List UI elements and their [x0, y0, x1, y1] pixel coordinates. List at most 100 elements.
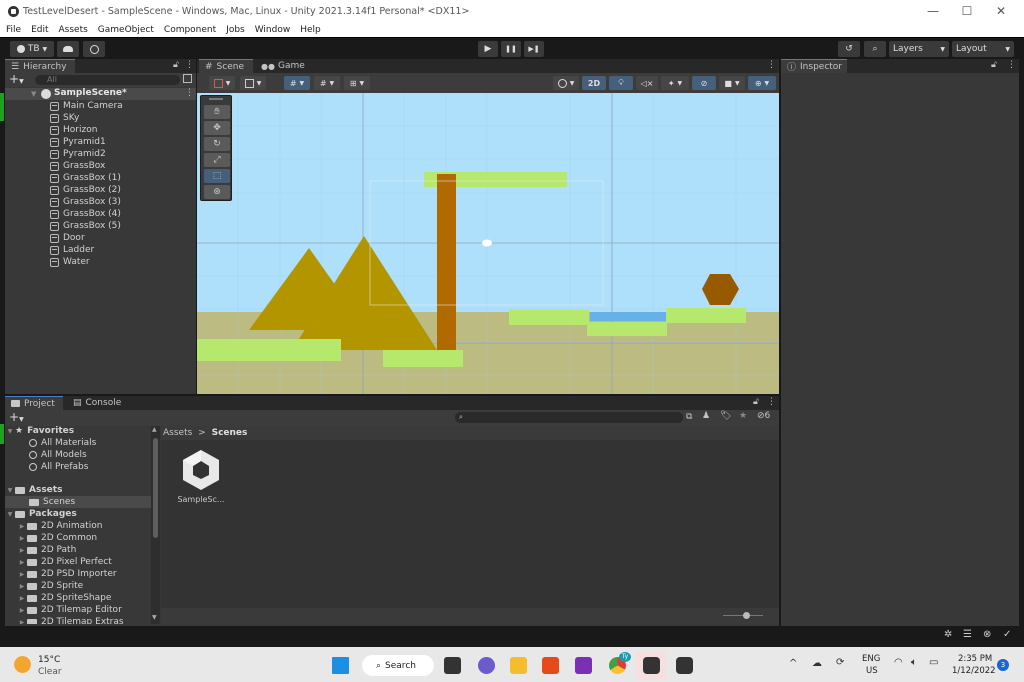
render-mode-dropdown[interactable]: ▼: [240, 76, 266, 90]
asset-item-samplescene[interactable]: SampleSc...: [171, 448, 231, 510]
lock-icon[interactable]: 🔓︎: [173, 60, 179, 70]
more-icon[interactable]: ⋮: [185, 60, 194, 70]
debug-bug-icon[interactable]: ✲: [944, 629, 952, 640]
align-dropdown[interactable]: ⊞ ▼: [344, 76, 370, 90]
expand-arrow-icon[interactable]: ▶: [17, 619, 27, 625]
wifi-icon[interactable]: ◠: [894, 657, 903, 668]
lock-icon[interactable]: 🔓︎: [753, 397, 759, 407]
play-button[interactable]: ▶: [478, 41, 498, 57]
minimize-button[interactable]: —: [916, 0, 950, 22]
palette-handle[interactable]: [209, 98, 223, 103]
notification-badge[interactable]: 3: [997, 659, 1009, 671]
pause-button[interactable]: ❚❚: [501, 41, 521, 57]
add-button[interactable]: +▼: [9, 72, 24, 86]
hierarchy-item[interactable]: Door: [50, 232, 123, 244]
task-view-icon[interactable]: [444, 657, 461, 674]
folder-item-scenes[interactable]: Scenes: [5, 496, 151, 508]
battery-icon[interactable]: ▭: [929, 657, 938, 668]
lighting-toggle[interactable]: 💡︎: [609, 76, 633, 90]
menu-jobs[interactable]: Jobs: [226, 25, 245, 35]
auto-generate-lighting-icon[interactable]: ⊗: [983, 629, 991, 640]
create-button[interactable]: +▼: [9, 410, 24, 424]
grassbox-5[interactable]: [666, 308, 746, 323]
search-by-type-icon[interactable]: ⧉: [686, 412, 692, 422]
menu-window[interactable]: Window: [255, 25, 291, 35]
close-button[interactable]: ✕: [984, 0, 1018, 22]
menu-component[interactable]: Component: [164, 25, 216, 35]
scene-root-row[interactable]: ▼ SampleScene* ⋮: [5, 88, 196, 100]
expand-arrow-icon[interactable]: ▶: [17, 583, 27, 590]
hierarchy-item[interactable]: GrassBox (4): [50, 208, 123, 220]
more-icon[interactable]: ⋮: [1007, 60, 1016, 70]
rotate-tool-button[interactable]: ↻: [204, 137, 230, 151]
packages-header[interactable]: ▼ Packages: [5, 508, 151, 520]
expand-arrow-icon[interactable]: ▼: [31, 90, 36, 98]
hierarchy-item[interactable]: GrassBox (2): [50, 184, 123, 196]
grassbox-3[interactable]: [509, 310, 589, 325]
maximize-button[interactable]: ☐: [950, 0, 984, 22]
hierarchy-item[interactable]: Horizon: [50, 124, 123, 136]
expand-arrow-icon[interactable]: ▶: [17, 547, 27, 554]
assets-header[interactable]: ▼ Assets: [5, 484, 151, 496]
lock-icon[interactable]: 🔓︎: [991, 60, 997, 70]
expand-arrow-icon[interactable]: ▼: [5, 428, 15, 435]
package-item[interactable]: ▶ 2D Pixel Perfect: [5, 556, 151, 568]
hierarchy-item[interactable]: Main Camera: [50, 100, 123, 112]
menu-gameobject[interactable]: GameObject: [98, 25, 154, 35]
hierarchy-item[interactable]: SKy: [50, 112, 123, 124]
expand-arrow-icon[interactable]: ▼: [5, 487, 15, 494]
cloud-button[interactable]: [57, 41, 79, 57]
progress-check-icon[interactable]: ✓: [1003, 629, 1011, 640]
weather-description[interactable]: Clear: [38, 667, 62, 677]
onenote-icon[interactable]: [575, 657, 592, 674]
hierarchy-item[interactable]: GrassBox (1): [50, 172, 123, 184]
zoom-slider-thumb[interactable]: [743, 612, 750, 619]
tab-project[interactable]: Project: [5, 396, 63, 410]
clock-time[interactable]: 2:35 PM: [958, 654, 992, 664]
clock-date[interactable]: 1/12/2022: [952, 666, 996, 676]
camera-dropdown[interactable]: ■ ▼: [719, 76, 745, 90]
visibility-toggle[interactable]: ⊘: [692, 76, 716, 90]
scroll-down-icon[interactable]: ▼: [152, 614, 157, 621]
rect-tool-button[interactable]: ⬚: [204, 169, 230, 183]
collab-button[interactable]: [83, 41, 105, 57]
package-item[interactable]: ▶ 2D Common: [5, 532, 151, 544]
package-item[interactable]: ▶ 2D Tilemap Extras: [5, 616, 151, 624]
breadcrumb-assets[interactable]: Assets: [163, 428, 192, 438]
teams-chat-icon[interactable]: [478, 657, 495, 674]
unity-editor-icon[interactable]: [676, 657, 693, 674]
input-region[interactable]: US: [866, 666, 878, 676]
tree-scrollbar[interactable]: ▲ ▼: [151, 426, 160, 624]
package-item[interactable]: ▶ 2D SpriteShape: [5, 592, 151, 604]
package-item[interactable]: ▶ 2D Animation: [5, 520, 151, 532]
hierarchy-item[interactable]: GrassBox (5): [50, 220, 123, 232]
more-icon[interactable]: ⋮: [185, 88, 194, 98]
gizmos-dropdown[interactable]: ⊕ ▼: [748, 76, 776, 90]
tab-scene[interactable]: # Scene: [199, 59, 253, 73]
project-search-input[interactable]: ⌕: [455, 412, 683, 423]
hierarchy-item[interactable]: Water: [50, 256, 123, 268]
hand-tool-button[interactable]: ✋︎: [204, 105, 230, 119]
scene-viewport[interactable]: [197, 93, 779, 394]
taskbar-search[interactable]: ⌕ Search: [362, 655, 434, 676]
search-options-icon[interactable]: [183, 74, 192, 83]
grassbox-4[interactable]: [587, 322, 667, 336]
move-tool-button[interactable]: ✥: [204, 121, 230, 135]
undo-history-button[interactable]: ↺: [838, 41, 860, 57]
menu-edit[interactable]: Edit: [31, 25, 48, 35]
breadcrumb-scenes[interactable]: Scenes: [212, 428, 248, 438]
hierarchy-item[interactable]: Pyramid2: [50, 148, 123, 160]
effects-dropdown[interactable]: ✦ ▼: [661, 76, 689, 90]
audio-toggle[interactable]: ◁×: [636, 76, 658, 90]
account-dropdown[interactable]: TB ▼: [10, 41, 54, 57]
expand-arrow-icon[interactable]: ▼: [5, 511, 15, 518]
office-icon[interactable]: [542, 657, 559, 674]
file-explorer-icon[interactable]: [510, 657, 527, 674]
grassbox[interactable]: [197, 339, 341, 361]
water[interactable]: [590, 312, 666, 321]
hierarchy-item[interactable]: GrassBox: [50, 160, 123, 172]
package-item[interactable]: ▶ 2D Sprite: [5, 580, 151, 592]
expand-arrow-icon[interactable]: ▶: [17, 559, 27, 566]
layers-dropdown[interactable]: Layers ▼: [889, 41, 949, 57]
scale-tool-button[interactable]: ⤢: [204, 153, 230, 167]
